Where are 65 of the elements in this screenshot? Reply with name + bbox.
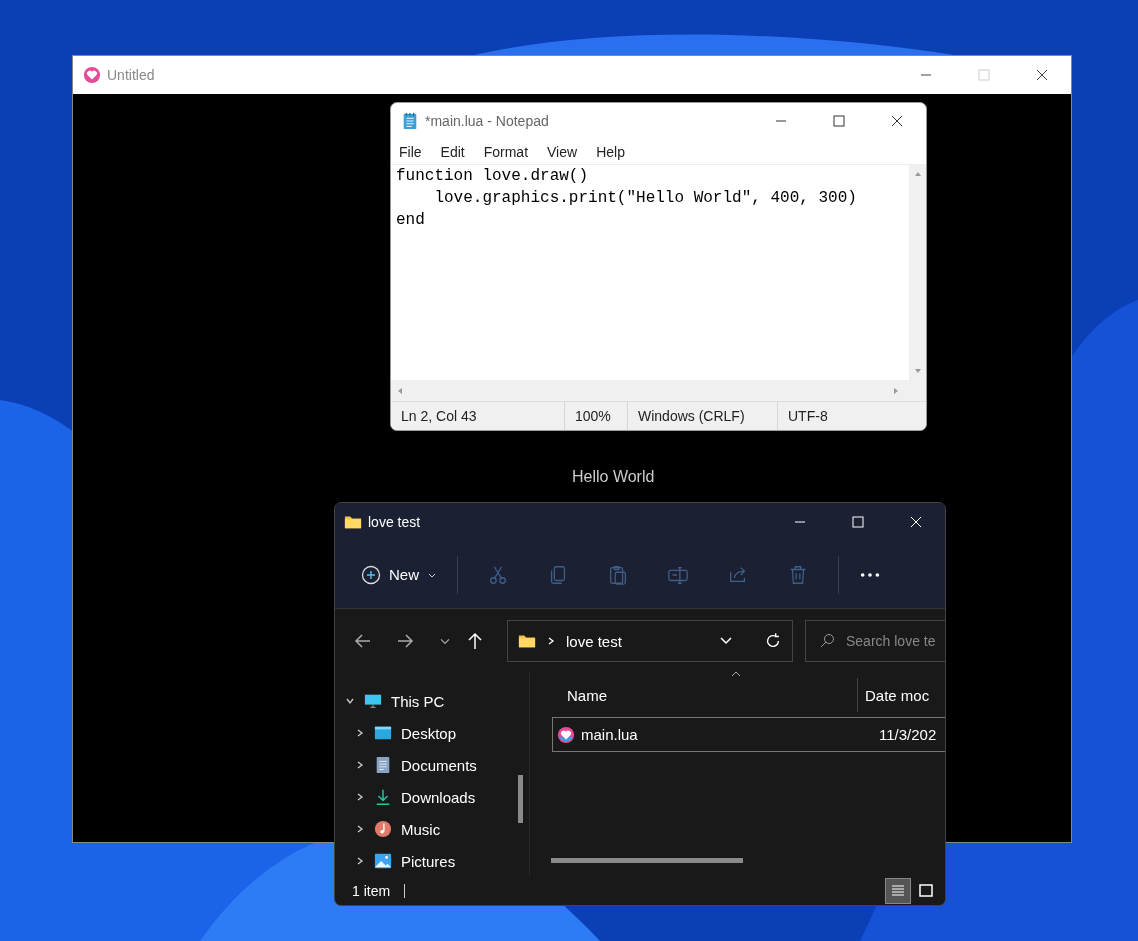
search-field[interactable]: Search love te (805, 620, 945, 662)
file-date: 11/3/202 (879, 726, 937, 743)
chevron-icon[interactable] (345, 696, 355, 706)
column-header[interactable]: Name (552, 686, 857, 704)
notepad-icon (401, 112, 419, 130)
status-text: Ln 2, Col 43 (400, 407, 478, 426)
tree-label: Desktop (401, 724, 457, 742)
details-view-button[interactable] (885, 877, 911, 904)
code-line: function love.draw() (396, 166, 590, 187)
window-title: *main.lua - Notepad (425, 113, 549, 129)
menu-item[interactable]: Edit (440, 143, 465, 160)
address-bar[interactable]: love test (507, 620, 793, 662)
search-icon (819, 633, 835, 649)
tree-item[interactable]: Pictures (335, 845, 529, 877)
heart-logo-icon (83, 66, 101, 84)
tree-item[interactable]: Downloads (335, 781, 529, 813)
tree-label: Pictures (401, 852, 456, 870)
status-text: Windows (CRLF) (627, 402, 777, 430)
text-editor[interactable]: function love.draw() love.graphics.print("Hello World", 400, 300) end (391, 165, 909, 380)
menu-item[interactable]: Help (596, 143, 625, 160)
new-button[interactable]: New (351, 558, 447, 591)
status-text: UTF-8 (777, 402, 838, 430)
chevron-icon[interactable] (355, 856, 365, 866)
file-row[interactable]: main.lua 11/3/202 (552, 717, 945, 752)
chevron-icon[interactable] (355, 760, 365, 770)
music-note-icon (374, 820, 392, 838)
code-line: end (396, 210, 426, 231)
refresh-icon[interactable] (764, 632, 782, 650)
plus-circle-icon (361, 564, 381, 585)
document-icon (374, 756, 392, 774)
chevron-icon[interactable] (355, 824, 365, 834)
tree-label: Documents (401, 756, 477, 774)
item-count: 1 item (352, 882, 391, 899)
tree-item[interactable]: Music (335, 813, 529, 845)
monitor-icon (364, 692, 382, 710)
menu-item[interactable]: File (399, 143, 422, 160)
menu-item[interactable]: Format (483, 143, 529, 160)
sort-ascending-icon (731, 671, 741, 677)
window-title: Untitled (107, 67, 155, 83)
window-title: love test (368, 514, 421, 530)
code-line: love.graphics.print("Hello World", 400, 300) (433, 188, 858, 209)
desktop-folder-icon (374, 724, 392, 742)
horizontal-scrollbar-thumb[interactable] (551, 858, 743, 863)
column-header[interactable]: Date moc (857, 678, 930, 712)
menu-item[interactable]: View (547, 143, 578, 160)
heart-logo-icon (557, 725, 575, 744)
tree-item[interactable]: Documents (335, 749, 529, 781)
tree-item[interactable]: This PC (335, 685, 529, 717)
download-arrow-icon (374, 788, 392, 806)
address-text: love test (566, 632, 622, 650)
list-icon (890, 882, 906, 899)
file-name: main.lua (581, 726, 639, 743)
tree-item[interactable]: Desktop (335, 717, 529, 749)
tree-label: This PC (391, 692, 445, 710)
square-icon (918, 882, 934, 899)
more-options-icon[interactable] (859, 570, 881, 579)
chevron-right-icon (546, 636, 556, 646)
chevron-icon[interactable] (355, 728, 365, 738)
tree-label: Music (401, 820, 441, 838)
scrollbar-thumb[interactable] (518, 775, 523, 823)
picture-icon (374, 852, 392, 870)
chevron-icon[interactable] (355, 792, 365, 802)
canvas-text: Hello World (572, 468, 655, 486)
status-text: 100% (564, 402, 627, 430)
tree-label: Downloads (401, 788, 476, 806)
